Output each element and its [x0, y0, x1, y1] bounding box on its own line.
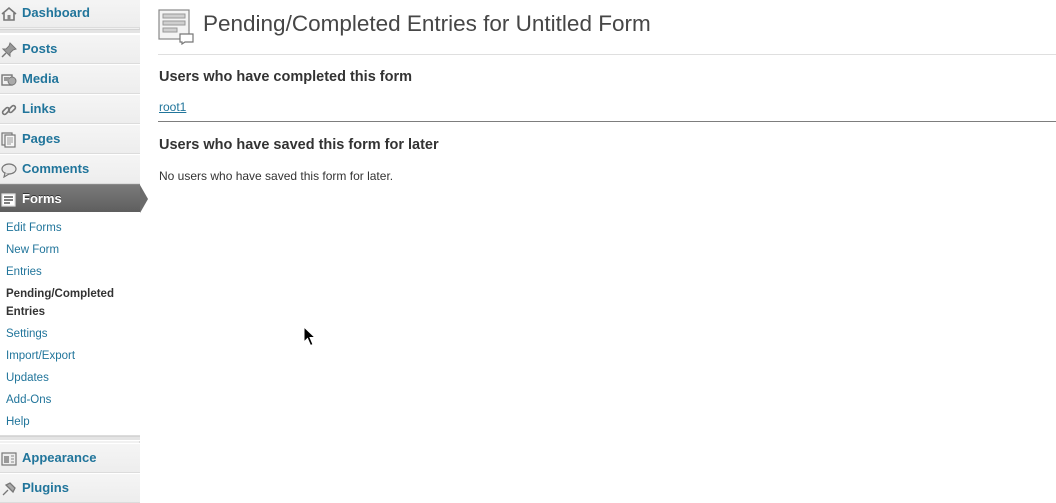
main-content: Pending/Completed Entries for Untitled F…: [141, 0, 1056, 485]
pages-icon: [1, 132, 17, 148]
menu-item-label: Posts: [22, 41, 58, 56]
completed-user-link[interactable]: root1: [159, 100, 186, 114]
menu-item-plugins[interactable]: Plugins: [0, 473, 140, 503]
menu-item-label: Plugins: [22, 480, 69, 495]
page-title: Pending/Completed Entries for Untitled F…: [203, 11, 651, 36]
submenu-item-add-ons[interactable]: Add-Ons: [6, 391, 51, 409]
saved-empty-message: No users who have saved this form for la…: [159, 169, 394, 183]
menu-item-media[interactable]: Media: [0, 64, 140, 94]
link-icon: [1, 102, 17, 118]
menu-item-label: Media: [22, 71, 59, 86]
forms-page-icon: [158, 9, 194, 46]
menu-item-label: Links: [22, 101, 56, 116]
menu-item-label: Pages: [22, 131, 61, 146]
submenu-item-help[interactable]: Help: [6, 413, 30, 431]
media-icon: [1, 72, 17, 88]
submenu-item-updates[interactable]: Updates: [6, 369, 49, 387]
submenu-item-entries[interactable]: Entries: [6, 263, 42, 281]
menu-separator: [0, 436, 140, 441]
forms-submenu: Edit Forms New Form Entries Pending/Comp…: [0, 212, 140, 436]
pin-icon: [1, 42, 17, 58]
admin-sidebar: Dashboard Posts Media Links Pages Commen…: [0, 0, 148, 503]
comment-icon: [1, 162, 17, 179]
completed-heading: Users who have completed this form: [159, 69, 413, 85]
forms-icon: [1, 192, 17, 208]
submenu-item-settings[interactable]: Settings: [6, 325, 48, 343]
menu-item-label: Comments: [22, 161, 90, 176]
menu-item-label: Dashboard: [22, 5, 90, 20]
saved-heading: Users who have saved this form for later: [159, 137, 439, 153]
menu-item-comments[interactable]: Comments: [0, 154, 140, 184]
plugins-icon: [1, 481, 17, 497]
title-divider: [158, 54, 1056, 55]
appearance-icon: [1, 451, 17, 467]
submenu-item-new-form[interactable]: New Form: [6, 241, 59, 259]
submenu-item-import-export[interactable]: Import/Export: [6, 347, 75, 365]
dashboard-icon: [1, 6, 17, 22]
menu-item-dashboard[interactable]: Dashboard: [0, 0, 140, 28]
menu-item-label: Forms: [22, 191, 62, 206]
menu-item-forms[interactable]: Forms: [0, 184, 148, 213]
menu-item-label: Appearance: [22, 450, 97, 465]
submenu-item-edit-forms[interactable]: Edit Forms: [6, 219, 62, 237]
submenu-item-pending-completed[interactable]: Pending/Completed Entries: [6, 285, 134, 321]
menu-item-posts[interactable]: Posts: [0, 34, 140, 64]
section-divider: [158, 121, 1056, 122]
menu-item-appearance[interactable]: Appearance: [0, 443, 140, 473]
menu-item-pages[interactable]: Pages: [0, 124, 140, 154]
mouse-cursor-icon: [303, 325, 317, 347]
menu-item-links[interactable]: Links: [0, 94, 140, 124]
